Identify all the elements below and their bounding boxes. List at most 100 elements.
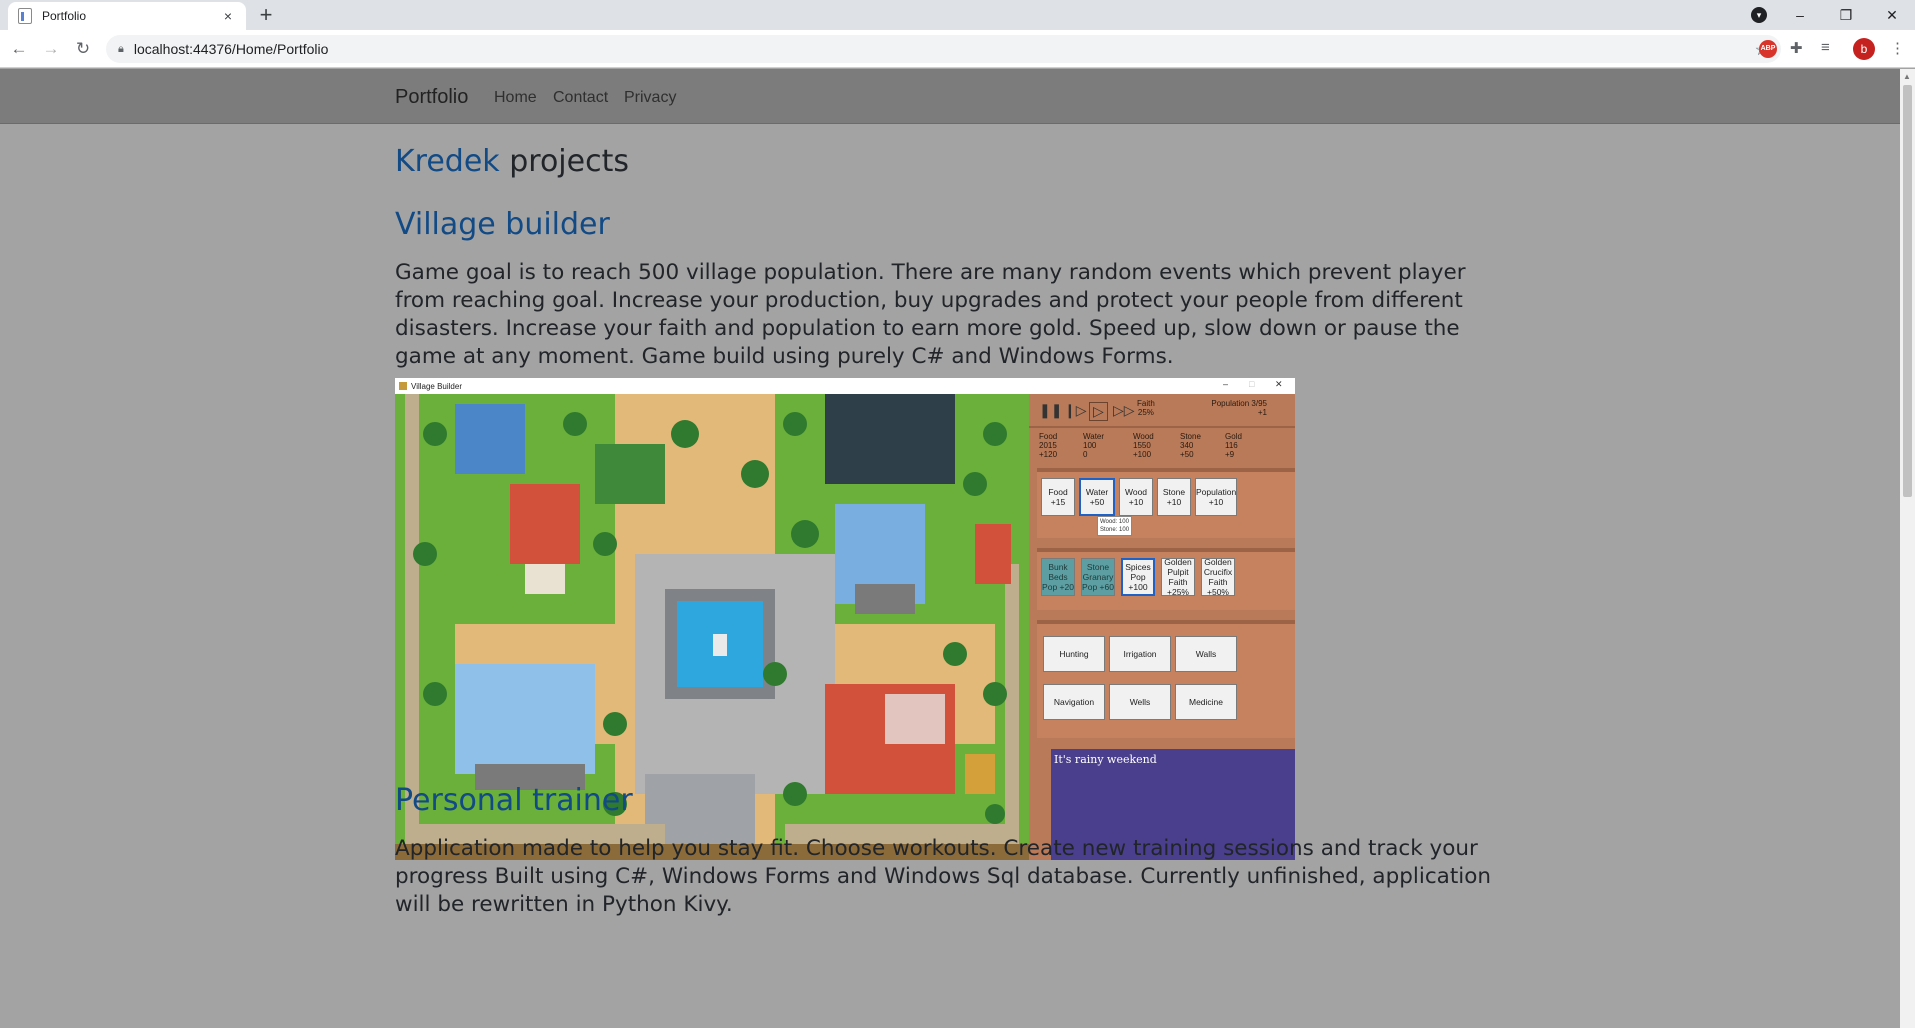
resource-name: Stone (1180, 432, 1201, 441)
produce-wood-button: Wood +10 (1119, 478, 1153, 516)
upgrade-golden-pulpit-button: Golden Pulpit Faith +25% (1161, 557, 1195, 597)
button-value: +10 (1128, 497, 1144, 507)
fast-forward-icon: ▷▷ (1113, 402, 1135, 418)
resource-name: Water (1083, 432, 1105, 441)
game-close-icon: ✕ (1275, 379, 1283, 389)
resource-amount: 100 (1083, 441, 1097, 450)
close-window-button[interactable]: ✕ (1869, 7, 1915, 24)
resource-stone: Stone 340 +50 (1180, 432, 1201, 459)
resource-name: Food (1039, 432, 1058, 441)
faith-label: Faith (1137, 399, 1155, 408)
resource-delta: +120 (1039, 450, 1058, 459)
button-value: Pop +60 (1082, 582, 1114, 592)
scrollbar-thumb[interactable] (1903, 85, 1912, 497)
browser-menu-icon[interactable]: ⋮ (1890, 39, 1905, 57)
button-value: Faith +50% (1207, 577, 1229, 597)
resource-delta: +100 (1133, 450, 1152, 459)
button-label: Food (1048, 487, 1068, 497)
button-label: Stone Granary (1082, 562, 1114, 582)
button-value: +10 (1166, 497, 1182, 507)
produce-population-button: Population +10 (1195, 478, 1237, 516)
browser-tab[interactable]: Portfolio × (8, 2, 246, 30)
button-label: Population (1196, 487, 1237, 497)
project-description-personal-trainer: Application made to help you stay fit. C… (395, 836, 1492, 917)
game-window-title: Village Builder (411, 381, 462, 391)
page-title-rest: projects (499, 144, 629, 179)
resource-amount: 1550 (1133, 441, 1151, 450)
lock-icon: 🔒︎ (118, 42, 124, 55)
tab-title: Portfolio (42, 9, 87, 23)
resource-delta: +50 (1180, 450, 1194, 459)
address-bar[interactable]: 🔒︎ localhost:44376/Home/Portfolio ☆ (106, 35, 1781, 63)
tooltip-line: Wood: 100 (1100, 519, 1129, 525)
game-control-bar: ❚❚ ❙▷ ▷ ▷▷ Faith 25% Population 3/95 +1 (1029, 394, 1295, 428)
back-arrow-icon[interactable]: ← (8, 38, 30, 60)
upgrade-stone-granary-button: Stone Granary Pop +60 (1081, 558, 1115, 596)
browser-tabstrip: Portfolio × + ▾ – ❐ ✕ (0, 0, 1915, 30)
produce-stone-button: Stone +10 (1157, 478, 1191, 516)
nav-link-home[interactable]: Home (494, 89, 537, 107)
close-tab-icon[interactable]: × (220, 8, 236, 24)
page-title: Kredek projects (395, 144, 1505, 179)
nav-link-privacy[interactable]: Privacy (624, 89, 676, 107)
restore-button[interactable]: ❐ (1823, 7, 1869, 24)
population-label: Population 3/95 (1211, 399, 1267, 408)
window-controls: – ❐ ✕ (1777, 0, 1915, 30)
extensions-puzzle-icon[interactable]: ✚ (1790, 39, 1803, 57)
produce-food-button: Food +15 (1041, 478, 1075, 516)
button-label: Spices (1125, 562, 1151, 572)
reading-list-icon[interactable]: ≡ (1821, 39, 1830, 56)
slow-down-icon: ❙▷ (1064, 402, 1087, 418)
profile-avatar[interactable]: b (1853, 38, 1875, 60)
tech-hunting-button: Hunting (1043, 636, 1105, 672)
produce-water-button: Water +50 (1079, 478, 1115, 516)
faith-stat: Faith 25% (1137, 399, 1155, 417)
tech-walls-button: Walls (1175, 636, 1237, 672)
new-tab-button[interactable]: + (252, 4, 280, 28)
game-window-titlebar: Village Builder – □ ✕ (395, 378, 1295, 394)
resource-name: Wood (1133, 432, 1154, 441)
scroll-up-icon[interactable]: ▲ (1903, 72, 1911, 81)
upgrade-spices-button: Spices Pop +100 (1121, 558, 1155, 596)
button-value: Faith +25% (1167, 577, 1189, 597)
resource-delta: 0 (1083, 450, 1088, 459)
button-label: Golden Pulpit (1164, 557, 1192, 577)
reload-icon[interactable]: ↻ (72, 38, 94, 60)
resource-water: Water 100 0 (1083, 432, 1104, 459)
resource-delta: +9 (1225, 450, 1235, 459)
game-app-icon (399, 382, 407, 390)
page-viewport: Portfolio Home Contact Privacy Kredek pr… (0, 69, 1900, 1028)
project-description-village-builder: Game goal is to reach 500 village popula… (395, 260, 1466, 369)
nav-link-contact[interactable]: Contact (553, 89, 608, 107)
button-label: Bunk Beds (1048, 562, 1068, 582)
tech-navigation-button: Navigation (1043, 684, 1105, 720)
cost-tooltip: Wood: 100 Stone: 100 (1097, 516, 1133, 536)
adblock-extension-icon[interactable]: ABP (1759, 40, 1777, 58)
game-minimize-icon: – (1223, 379, 1229, 389)
tab-search-icon[interactable]: ▾ (1751, 7, 1767, 23)
resource-food: Food 2015 +120 (1039, 432, 1057, 459)
resource-gold: Gold 116 +9 (1225, 432, 1242, 459)
button-label: Wood (1124, 487, 1148, 497)
resource-stats: Food 2015 +120 Water 100 0 Wood 1550 +100 Ston… (1029, 428, 1295, 468)
tech-medicine-button: Medicine (1175, 684, 1237, 720)
button-value: Pop +100 (1128, 572, 1148, 592)
play-icon: ▷ (1089, 402, 1108, 421)
url-text: localhost:44376/Home/Portfolio (133, 41, 329, 57)
minimize-button[interactable]: – (1777, 7, 1823, 23)
production-panel: Food +15 Water +50 Wood +10 Stone +10 Popula… (1037, 468, 1295, 538)
button-value: +10 (1208, 497, 1224, 507)
forward-arrow-icon[interactable]: → (40, 38, 62, 60)
faith-value: 25% (1137, 408, 1154, 417)
upgrade-bunk-beds-button: Bunk Beds Pop +20 (1041, 558, 1075, 596)
tech-irrigation-button: Irrigation (1109, 636, 1171, 672)
project-title-village-builder: Village builder (395, 207, 610, 242)
site-navbar: Portfolio Home Contact Privacy (0, 69, 1900, 124)
population-delta: +1 (1257, 408, 1267, 417)
button-label: Water (1085, 487, 1109, 497)
page-scrollbar[interactable]: ▲ (1900, 69, 1915, 1028)
button-value: +15 (1050, 497, 1066, 507)
button-value: Pop +20 (1042, 582, 1074, 592)
browser-toolbar: ← → ↻ 🔒︎ localhost:44376/Home/Portfolio … (0, 30, 1915, 68)
navbar-brand[interactable]: Portfolio (395, 86, 468, 109)
